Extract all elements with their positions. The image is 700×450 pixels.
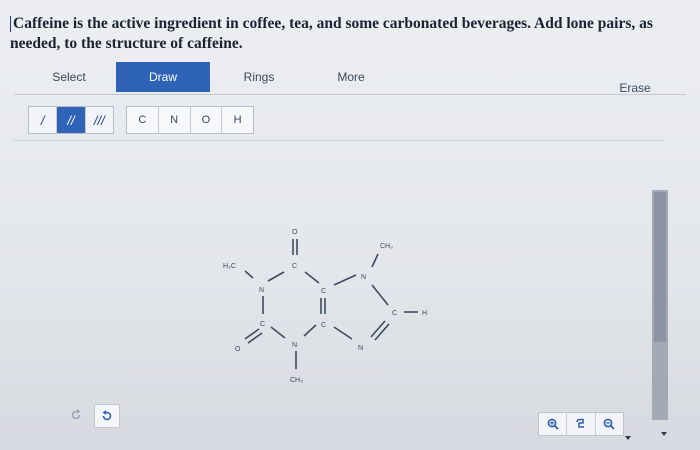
history-controls [64, 404, 120, 428]
zoom-in-icon[interactable] [539, 413, 568, 435]
bond-cright-nrb-1 [370, 320, 386, 338]
atom-n-right-bottom[interactable]: N [358, 345, 363, 352]
tab-erase[interactable]: Erase [600, 73, 670, 103]
tab-select[interactable]: Select [34, 62, 104, 92]
tab-rings[interactable]: Rings [224, 62, 294, 92]
triple-bond-button[interactable]: /// [86, 107, 113, 133]
bond-h3c-n [244, 270, 254, 279]
reset-icon[interactable] [567, 413, 596, 435]
canvas-scrollbar[interactable] [652, 190, 668, 420]
bond-ctop-cmid1 [304, 271, 320, 284]
reset-glyph [576, 418, 584, 428]
question-body: Caffeine is the active ingredient in cof… [10, 15, 653, 52]
tab-draw[interactable]: Draw [116, 62, 210, 92]
atom-h-right[interactable]: H [422, 310, 427, 317]
scroll-down-icon[interactable] [661, 432, 667, 436]
atom-c-top[interactable]: C [292, 263, 297, 270]
bond-n-ctop [267, 271, 285, 282]
drawing-canvas[interactable]: O C H₃C N C C C O N CH₃ N CH₃ C H N [14, 140, 664, 433]
atom-c-right[interactable]: C [392, 310, 397, 317]
atom-nitrogen-button[interactable]: N [159, 107, 191, 133]
bond-cright-nrb-2 [374, 323, 390, 341]
atom-n-left[interactable]: N [259, 287, 264, 294]
bond-nbottom-cmid2 [303, 324, 317, 337]
tab-more[interactable]: More [316, 62, 386, 92]
bond-nrb-cmid2 [333, 326, 353, 340]
atom-oxygen-button[interactable]: O [191, 107, 223, 133]
scrollbar-thumb[interactable] [654, 192, 666, 342]
redo-icon-glyph [102, 410, 112, 421]
zoom-out-icon[interactable] [596, 413, 623, 435]
atom-h3c[interactable]: H₃C [223, 263, 236, 270]
editor-toolbar: Select Draw Rings More Erase [14, 62, 686, 95]
zoom-controls [538, 412, 624, 436]
atom-o-top[interactable]: O [292, 229, 298, 236]
double-bond-button[interactable]: // [57, 107, 86, 133]
undo-icon-glyph [71, 409, 81, 420]
atom-ch3-top[interactable]: CH₃ [380, 243, 393, 250]
text-cursor [10, 16, 11, 33]
bond-cmid1-nrt [333, 274, 357, 286]
atom-c-mid2[interactable]: C [321, 322, 326, 329]
caffeine-structure: O C H₃C N C C C O N CH₃ N CH₃ C H N [223, 229, 427, 384]
atom-c-mid1[interactable]: C [321, 288, 326, 295]
atom-ch3-bottom[interactable]: CH₃ [290, 377, 303, 384]
atom-hydrogen-button[interactable]: H [222, 107, 253, 133]
bond-nrt-cright [371, 284, 389, 306]
zoom-in-glyph [547, 418, 559, 430]
zoom-menu-icon[interactable] [625, 436, 631, 440]
atom-c-bottom[interactable]: C [260, 321, 265, 328]
atom-n-bottom[interactable]: N [292, 342, 297, 349]
redo-icon[interactable] [94, 404, 120, 428]
atom-o-left[interactable]: O [235, 346, 241, 353]
bond-nrt-ch3 [371, 253, 379, 268]
undo-icon[interactable] [64, 404, 88, 426]
atom-n-right-top[interactable]: N [361, 274, 366, 281]
atom-carbon-button[interactable]: C [127, 107, 159, 133]
bond-lines [244, 239, 418, 369]
atom-tool-group: C N O H [126, 106, 254, 134]
zoom-out-glyph [603, 418, 615, 430]
question-text: Caffeine is the active ingredient in cof… [10, 14, 690, 54]
single-bond-button[interactable]: / [29, 107, 58, 133]
bond-cbottom-nbottom [270, 326, 286, 339]
page: Caffeine is the active ingredient in cof… [0, 0, 700, 450]
bond-tool-group: / // /// [28, 106, 114, 134]
